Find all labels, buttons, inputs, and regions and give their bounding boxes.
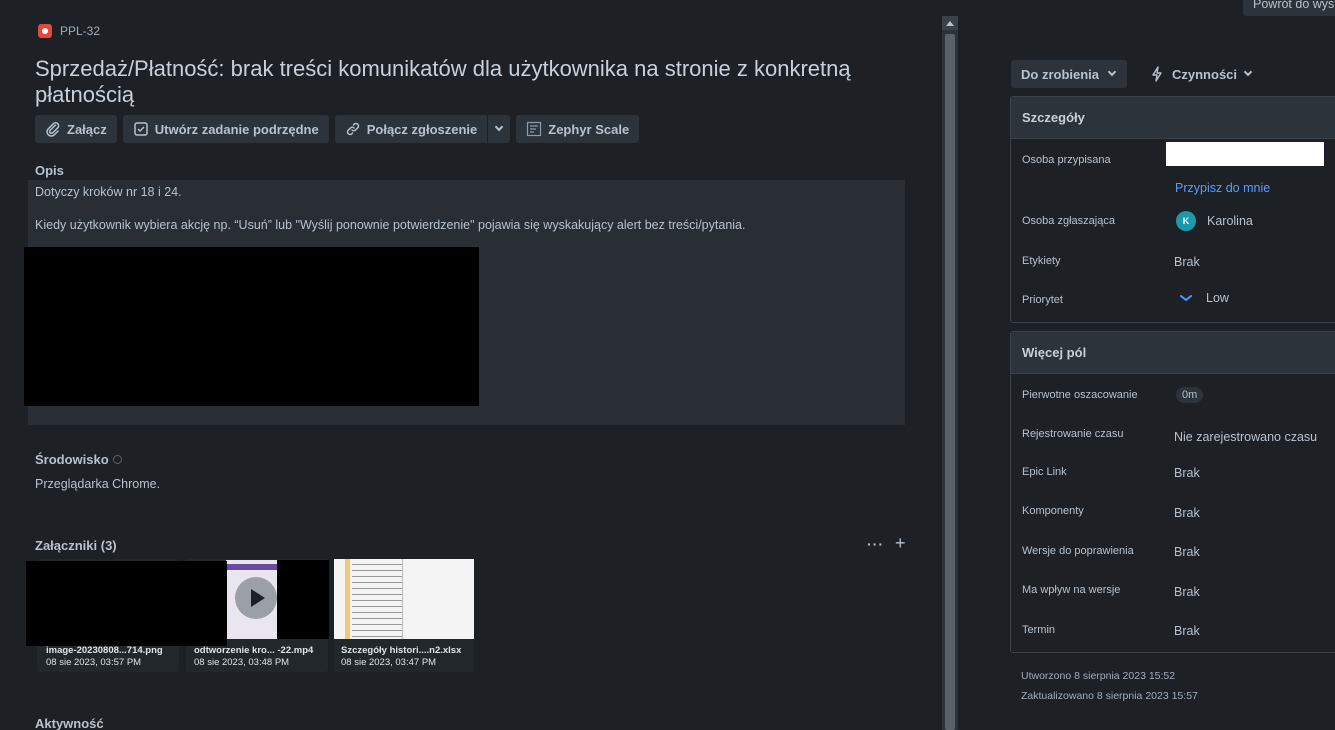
link-issue-split: Połącz zgłoszenie: [334, 115, 511, 143]
scrollbar-thumb[interactable]: [945, 34, 955, 730]
lightning-icon: [1152, 66, 1162, 82]
components-label: Komponenty: [1022, 505, 1084, 517]
attachment-date: 08 sie 2023, 03:48 PM: [194, 657, 290, 668]
attachment-date: 08 sie 2023, 03:47 PM: [341, 657, 437, 668]
updated-timestamp: Zaktualizowano 8 sierpnia 2023 15:57: [1021, 690, 1198, 702]
details-panel: Szczegóły: [1010, 96, 1335, 323]
info-icon[interactable]: [112, 455, 122, 464]
labels-label: Etykiety: [1022, 255, 1061, 267]
assignee-label: Osoba przypisana: [1022, 154, 1111, 166]
avatar: K: [1176, 211, 1196, 231]
issue-key[interactable]: PPL-32: [38, 24, 100, 38]
description-line-2: Kiedy użytkownik wybiera akcję np. “Usuń…: [35, 218, 746, 232]
priority-value: Low: [1206, 291, 1229, 305]
reporter-field[interactable]: K Karolina: [1176, 211, 1253, 231]
priority-label: Priorytet: [1022, 294, 1063, 306]
more-fields-panel: Więcej pól: [1010, 331, 1335, 653]
issue-toolbar: Załącz Utwórz zadanie podrzędne Połącz z…: [35, 115, 640, 143]
more-icon[interactable]: ···: [867, 536, 884, 552]
play-icon[interactable]: [235, 577, 277, 619]
environment-value: Przeglądarka Chrome.: [35, 477, 161, 491]
create-subtask-button[interactable]: Utwórz zadanie podrzędne: [122, 115, 329, 143]
redacted-image: [24, 247, 479, 406]
status-label: Do zrobienia: [1021, 66, 1100, 82]
environment-heading: Środowisko: [35, 452, 122, 467]
attachment-name[interactable]: odtworzenie kro... -22.mp4: [194, 645, 313, 656]
time-tracking-label: Rejestrowanie czasu: [1022, 428, 1124, 440]
subtask-icon: [134, 122, 148, 136]
scroll-up-arrow-icon[interactable]: [942, 16, 958, 30]
attach-button[interactable]: Załącz: [35, 115, 117, 143]
original-estimate-value[interactable]: 0m: [1176, 387, 1204, 403]
affects-versions-label: Ma wpływ na wersje: [1022, 584, 1121, 596]
priority-low-icon: [1180, 295, 1192, 302]
due-date-value[interactable]: Brak: [1174, 624, 1200, 638]
attachment-name[interactable]: image-20230808...714.png: [46, 645, 163, 656]
actions-dropdown[interactable]: Czynności: [1150, 60, 1253, 88]
details-heading[interactable]: Szczegóły: [1011, 97, 1335, 139]
environment-heading-label: Środowisko: [35, 452, 109, 467]
zephyr-label: Zephyr Scale: [548, 121, 630, 137]
more-fields-heading[interactable]: Więcej pól: [1011, 332, 1335, 374]
affects-versions-value[interactable]: Brak: [1174, 585, 1200, 599]
reporter-label: Osoba zgłaszająca: [1022, 215, 1115, 227]
chevron-down-icon: [1243, 67, 1253, 77]
attachment-date: 08 sie 2023, 03:57 PM: [46, 657, 142, 668]
attach-label: Załącz: [67, 121, 107, 137]
link-issue-button[interactable]: Połącz zgłoszenie: [334, 115, 488, 143]
attachments-heading: Załączniki (3): [35, 538, 117, 553]
epic-link-label: Epic Link: [1022, 466, 1067, 478]
create-subtask-label: Utwórz zadanie podrzędne: [154, 121, 319, 137]
redacted-assignee[interactable]: [1166, 142, 1324, 166]
reporter-name: Karolina: [1207, 214, 1253, 228]
original-estimate-label: Pierwotne oszacowanie: [1022, 389, 1138, 401]
priority-field[interactable]: Low: [1180, 291, 1229, 305]
chevron-down-icon: [495, 122, 504, 132]
components-value[interactable]: Brak: [1174, 506, 1200, 520]
spreadsheet-thumbnail: [334, 559, 474, 639]
zephyr-scale-button[interactable]: Zephyr Scale: [516, 115, 640, 143]
redacted-video-area: [277, 560, 329, 639]
zephyr-icon: [527, 121, 542, 137]
link-issue-label: Połącz zgłoszenie: [366, 121, 478, 137]
bug-icon: [38, 24, 52, 38]
fix-versions-label: Wersje do poprawienia: [1022, 545, 1134, 557]
paperclip-icon: [46, 121, 60, 137]
status-dropdown[interactable]: Do zrobienia: [1011, 60, 1128, 88]
link-issue-dropdown[interactable]: [488, 115, 511, 143]
fix-versions-value[interactable]: Brak: [1174, 545, 1200, 559]
chevron-down-icon: [1107, 67, 1117, 77]
time-tracking-value[interactable]: Nie zarejestrowano czasu: [1174, 430, 1317, 444]
add-icon[interactable]: +: [895, 533, 906, 554]
attachment-name[interactable]: Szczegóły histori....n2.xlsx: [341, 645, 461, 656]
back-button[interactable]: Powrót do wys: [1243, 0, 1335, 16]
due-date-label: Termin: [1022, 624, 1056, 636]
redacted-thumbnail: [26, 561, 227, 646]
description-line-1: Dotyczy kroków nr 18 i 24.: [35, 185, 182, 199]
assign-to-me-link[interactable]: Przypisz do mnie: [1175, 181, 1270, 195]
epic-link-value[interactable]: Brak: [1174, 466, 1200, 480]
issue-key-label[interactable]: PPL-32: [60, 24, 100, 38]
link-icon: [346, 122, 359, 136]
created-timestamp: Utworzono 8 sierpnia 2023 15:52: [1021, 670, 1176, 682]
issue-title[interactable]: Sprzedaż/Płatność: brak treści komunikat…: [35, 56, 915, 108]
activity-heading: Aktywność: [35, 716, 104, 730]
labels-value[interactable]: Brak: [1174, 255, 1200, 269]
description-heading: Opis: [35, 163, 64, 178]
actions-label: Czynności: [1172, 66, 1238, 82]
